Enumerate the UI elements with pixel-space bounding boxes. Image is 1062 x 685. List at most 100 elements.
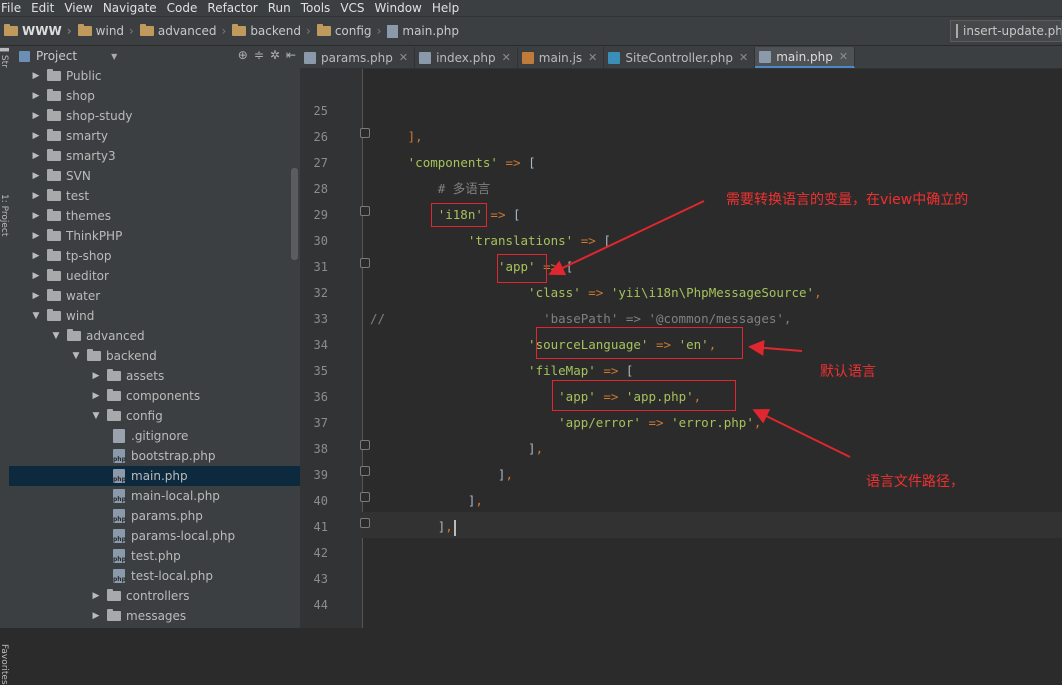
breadcrumb-item-3[interactable]: backend ›: [228, 24, 313, 38]
collapsed-arrow-icon[interactable]: ▶: [91, 371, 101, 381]
editor-tab[interactable]: main.php ✕: [755, 47, 856, 68]
tree-item[interactable]: main-local.php: [9, 486, 300, 506]
tree-item[interactable]: ▶ smarty: [9, 126, 300, 146]
close-icon[interactable]: ✕: [739, 51, 748, 64]
tree-item[interactable]: ▼ backend: [9, 346, 300, 366]
menu-item-edit[interactable]: Edit: [27, 0, 60, 16]
tree-item[interactable]: .gitignore: [9, 426, 300, 446]
tree-item[interactable]: ▶ components: [9, 386, 300, 406]
code-editor[interactable]: 25 26 27 28 29 30 31 32 33 34 35 36 37 38 39 40 41 42 43 44…: [300, 69, 1062, 628]
breadcrumb-item-2[interactable]: advanced ›: [136, 24, 228, 38]
editor-tab[interactable]: params.php ✕: [300, 47, 416, 68]
collapsed-arrow-icon[interactable]: ▶: [31, 291, 41, 301]
tree-item[interactable]: ▼ config: [9, 406, 300, 426]
menu-item-code[interactable]: Code: [163, 0, 204, 16]
editor-tab[interactable]: SiteController.php ✕: [604, 47, 756, 68]
collapsed-arrow-icon[interactable]: ▶: [31, 231, 41, 241]
tree-item[interactable]: ▶ ueditor: [9, 266, 300, 286]
tree-item[interactable]: ▼ wind: [9, 306, 300, 326]
collapsed-arrow-icon[interactable]: ▶: [31, 211, 41, 221]
tree-item[interactable]: ▶ ThinkPHP: [9, 226, 300, 246]
menu-item-navigate[interactable]: Navigate: [99, 0, 163, 16]
collapsed-arrow-icon[interactable]: ▶: [31, 171, 41, 181]
tree-item[interactable]: ▶ SVN: [9, 166, 300, 186]
expanded-arrow-icon[interactable]: ▼: [91, 411, 101, 421]
collapsed-arrow-icon[interactable]: ▶: [31, 71, 41, 81]
fold-marker-icon[interactable]: [360, 518, 370, 528]
tree-item[interactable]: params.php: [9, 506, 300, 526]
strip-label-structure[interactable]: ▌Str: [0, 48, 9, 68]
close-icon[interactable]: ✕: [588, 51, 597, 64]
expanded-arrow-icon[interactable]: ▼: [51, 331, 61, 341]
breadcrumb-label: WWW: [22, 24, 62, 38]
annotation-language-file-path: 语言文件路径，: [866, 474, 964, 490]
expanded-arrow-icon[interactable]: ▼: [71, 351, 81, 361]
navigation-bar: WWW › wind › advanced › backend › config › main.ph…: [0, 17, 1062, 46]
menu-item-view[interactable]: View: [60, 0, 98, 16]
fold-marker-icon[interactable]: [360, 492, 370, 502]
run-configuration-select[interactable]: insert-update.ph: [950, 20, 1062, 42]
tree-item[interactable]: ▶ tp-shop: [9, 246, 300, 266]
folder-icon: [107, 369, 121, 381]
collapsed-arrow-icon[interactable]: ▶: [31, 91, 41, 101]
menu-item-vcs[interactable]: VCS: [336, 0, 370, 16]
collapsed-arrow-icon[interactable]: ▶: [91, 391, 101, 401]
folder-icon: [47, 129, 61, 141]
menu-item-window[interactable]: Window: [371, 0, 428, 16]
menu-item-refactor[interactable]: Refactor: [203, 0, 263, 16]
collapsed-arrow-icon[interactable]: ▶: [31, 111, 41, 121]
tree-item[interactable]: ▶ controllers: [9, 586, 300, 606]
tree-item[interactable]: ▶ Public: [9, 66, 300, 86]
tree-item[interactable]: ▶ smarty3: [9, 146, 300, 166]
fold-marker-icon[interactable]: [360, 128, 370, 138]
collapsed-arrow-icon[interactable]: ▶: [31, 151, 41, 161]
tree-item[interactable]: ▶ messages: [9, 606, 300, 626]
tree-item[interactable]: ▶ themes: [9, 206, 300, 226]
tree-item[interactable]: test.php: [9, 546, 300, 566]
strip-label-project[interactable]: 1: Project: [0, 194, 9, 236]
editor-tab[interactable]: main.js ✕: [518, 47, 605, 68]
folder-icon: [47, 309, 61, 321]
menu-item-help[interactable]: Help: [428, 0, 465, 16]
close-icon[interactable]: ✕: [502, 51, 511, 64]
collapsed-arrow-icon[interactable]: ▶: [91, 611, 101, 621]
tree-item[interactable]: ▶ shop-study: [9, 106, 300, 126]
project-tree-scrollbar[interactable]: [291, 168, 298, 260]
menu-item-file[interactable]: File: [0, 0, 27, 16]
menu-item-run[interactable]: Run: [264, 0, 297, 16]
fold-marker-icon[interactable]: [360, 440, 370, 450]
chevron-down-icon[interactable]: ▼: [111, 52, 117, 61]
hide-panel-icon[interactable]: ⇤: [286, 48, 296, 62]
breadcrumb-item-0[interactable]: WWW ›: [0, 24, 74, 38]
tree-item[interactable]: test-local.php: [9, 566, 300, 586]
tree-item[interactable]: main.php: [9, 466, 300, 486]
scroll-from-source-icon[interactable]: ⊕: [238, 48, 248, 62]
tree-item[interactable]: bootstrap.php: [9, 446, 300, 466]
strip-label-favorites[interactable]: Favorites: [0, 644, 9, 685]
collapse-all-icon[interactable]: ≑: [254, 48, 264, 62]
menu-item-tools[interactable]: Tools: [297, 0, 337, 16]
expanded-arrow-icon[interactable]: ▼: [31, 311, 41, 321]
collapsed-arrow-icon[interactable]: ▶: [31, 251, 41, 261]
collapsed-arrow-icon[interactable]: ▶: [91, 591, 101, 601]
close-icon[interactable]: ✕: [399, 51, 408, 64]
tree-item[interactable]: ▶ shop: [9, 86, 300, 106]
tree-item[interactable]: ▶ water: [9, 286, 300, 306]
tree-item[interactable]: params-local.php: [9, 526, 300, 546]
fold-marker-icon[interactable]: [360, 206, 370, 216]
editor-tab[interactable]: index.php ✕: [415, 47, 518, 68]
collapsed-arrow-icon[interactable]: ▶: [31, 191, 41, 201]
close-icon[interactable]: ✕: [839, 50, 848, 63]
breadcrumb-item-5[interactable]: main.php: [383, 24, 459, 38]
tree-item[interactable]: ▼ advanced: [9, 326, 300, 346]
project-panel-title[interactable]: Project: [36, 49, 77, 63]
breadcrumb-item-1[interactable]: wind ›: [74, 24, 136, 38]
collapsed-arrow-icon[interactable]: ▶: [31, 131, 41, 141]
tree-item[interactable]: ▶ test: [9, 186, 300, 206]
tree-item[interactable]: ▶ assets: [9, 366, 300, 386]
fold-marker-icon[interactable]: [360, 466, 370, 476]
gear-icon[interactable]: ✲: [270, 48, 280, 62]
collapsed-arrow-icon[interactable]: ▶: [31, 271, 41, 281]
fold-marker-icon[interactable]: [360, 258, 370, 268]
breadcrumb-item-4[interactable]: config ›: [313, 24, 384, 38]
